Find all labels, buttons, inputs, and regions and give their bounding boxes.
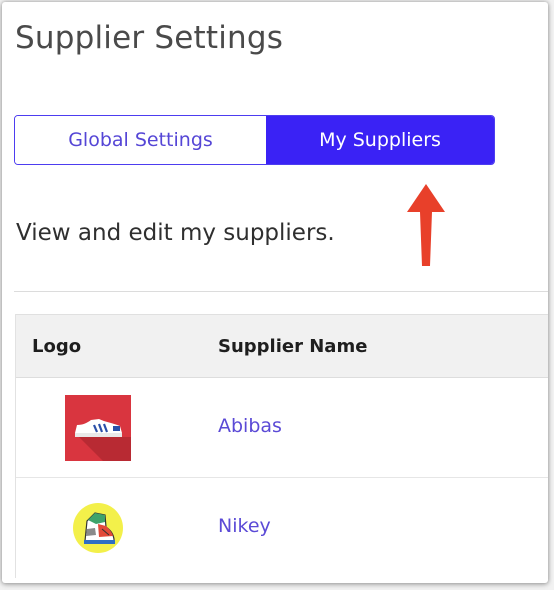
column-header-logo: Logo [32,336,82,357]
settings-view-toggle: Global Settings My Suppliers [14,115,495,165]
section-divider [14,291,548,292]
arrow-up-icon [407,184,445,266]
suppliers-table: Logo Supplier Name Abibas Nikey [15,314,548,578]
yellow-high-top-sneaker-logo-icon [73,503,123,553]
column-header-supplier-name: Supplier Name [218,336,368,357]
supplier-link-nikey[interactable]: Nikey [218,515,271,537]
red-sneaker-logo-icon [65,395,131,461]
supplier-link-abibas[interactable]: Abibas [218,415,282,437]
table-row: Nikey [16,478,548,578]
global-settings-tab[interactable]: Global Settings [15,116,266,164]
table-header: Logo Supplier Name [16,314,548,378]
table-row: Abibas [16,378,548,478]
page-description: View and edit my suppliers. [16,220,335,246]
supplier-settings-window: Supplier Settings Global Settings My Sup… [2,2,548,583]
page-title: Supplier Settings [15,20,284,56]
my-suppliers-tab[interactable]: My Suppliers [266,116,494,164]
